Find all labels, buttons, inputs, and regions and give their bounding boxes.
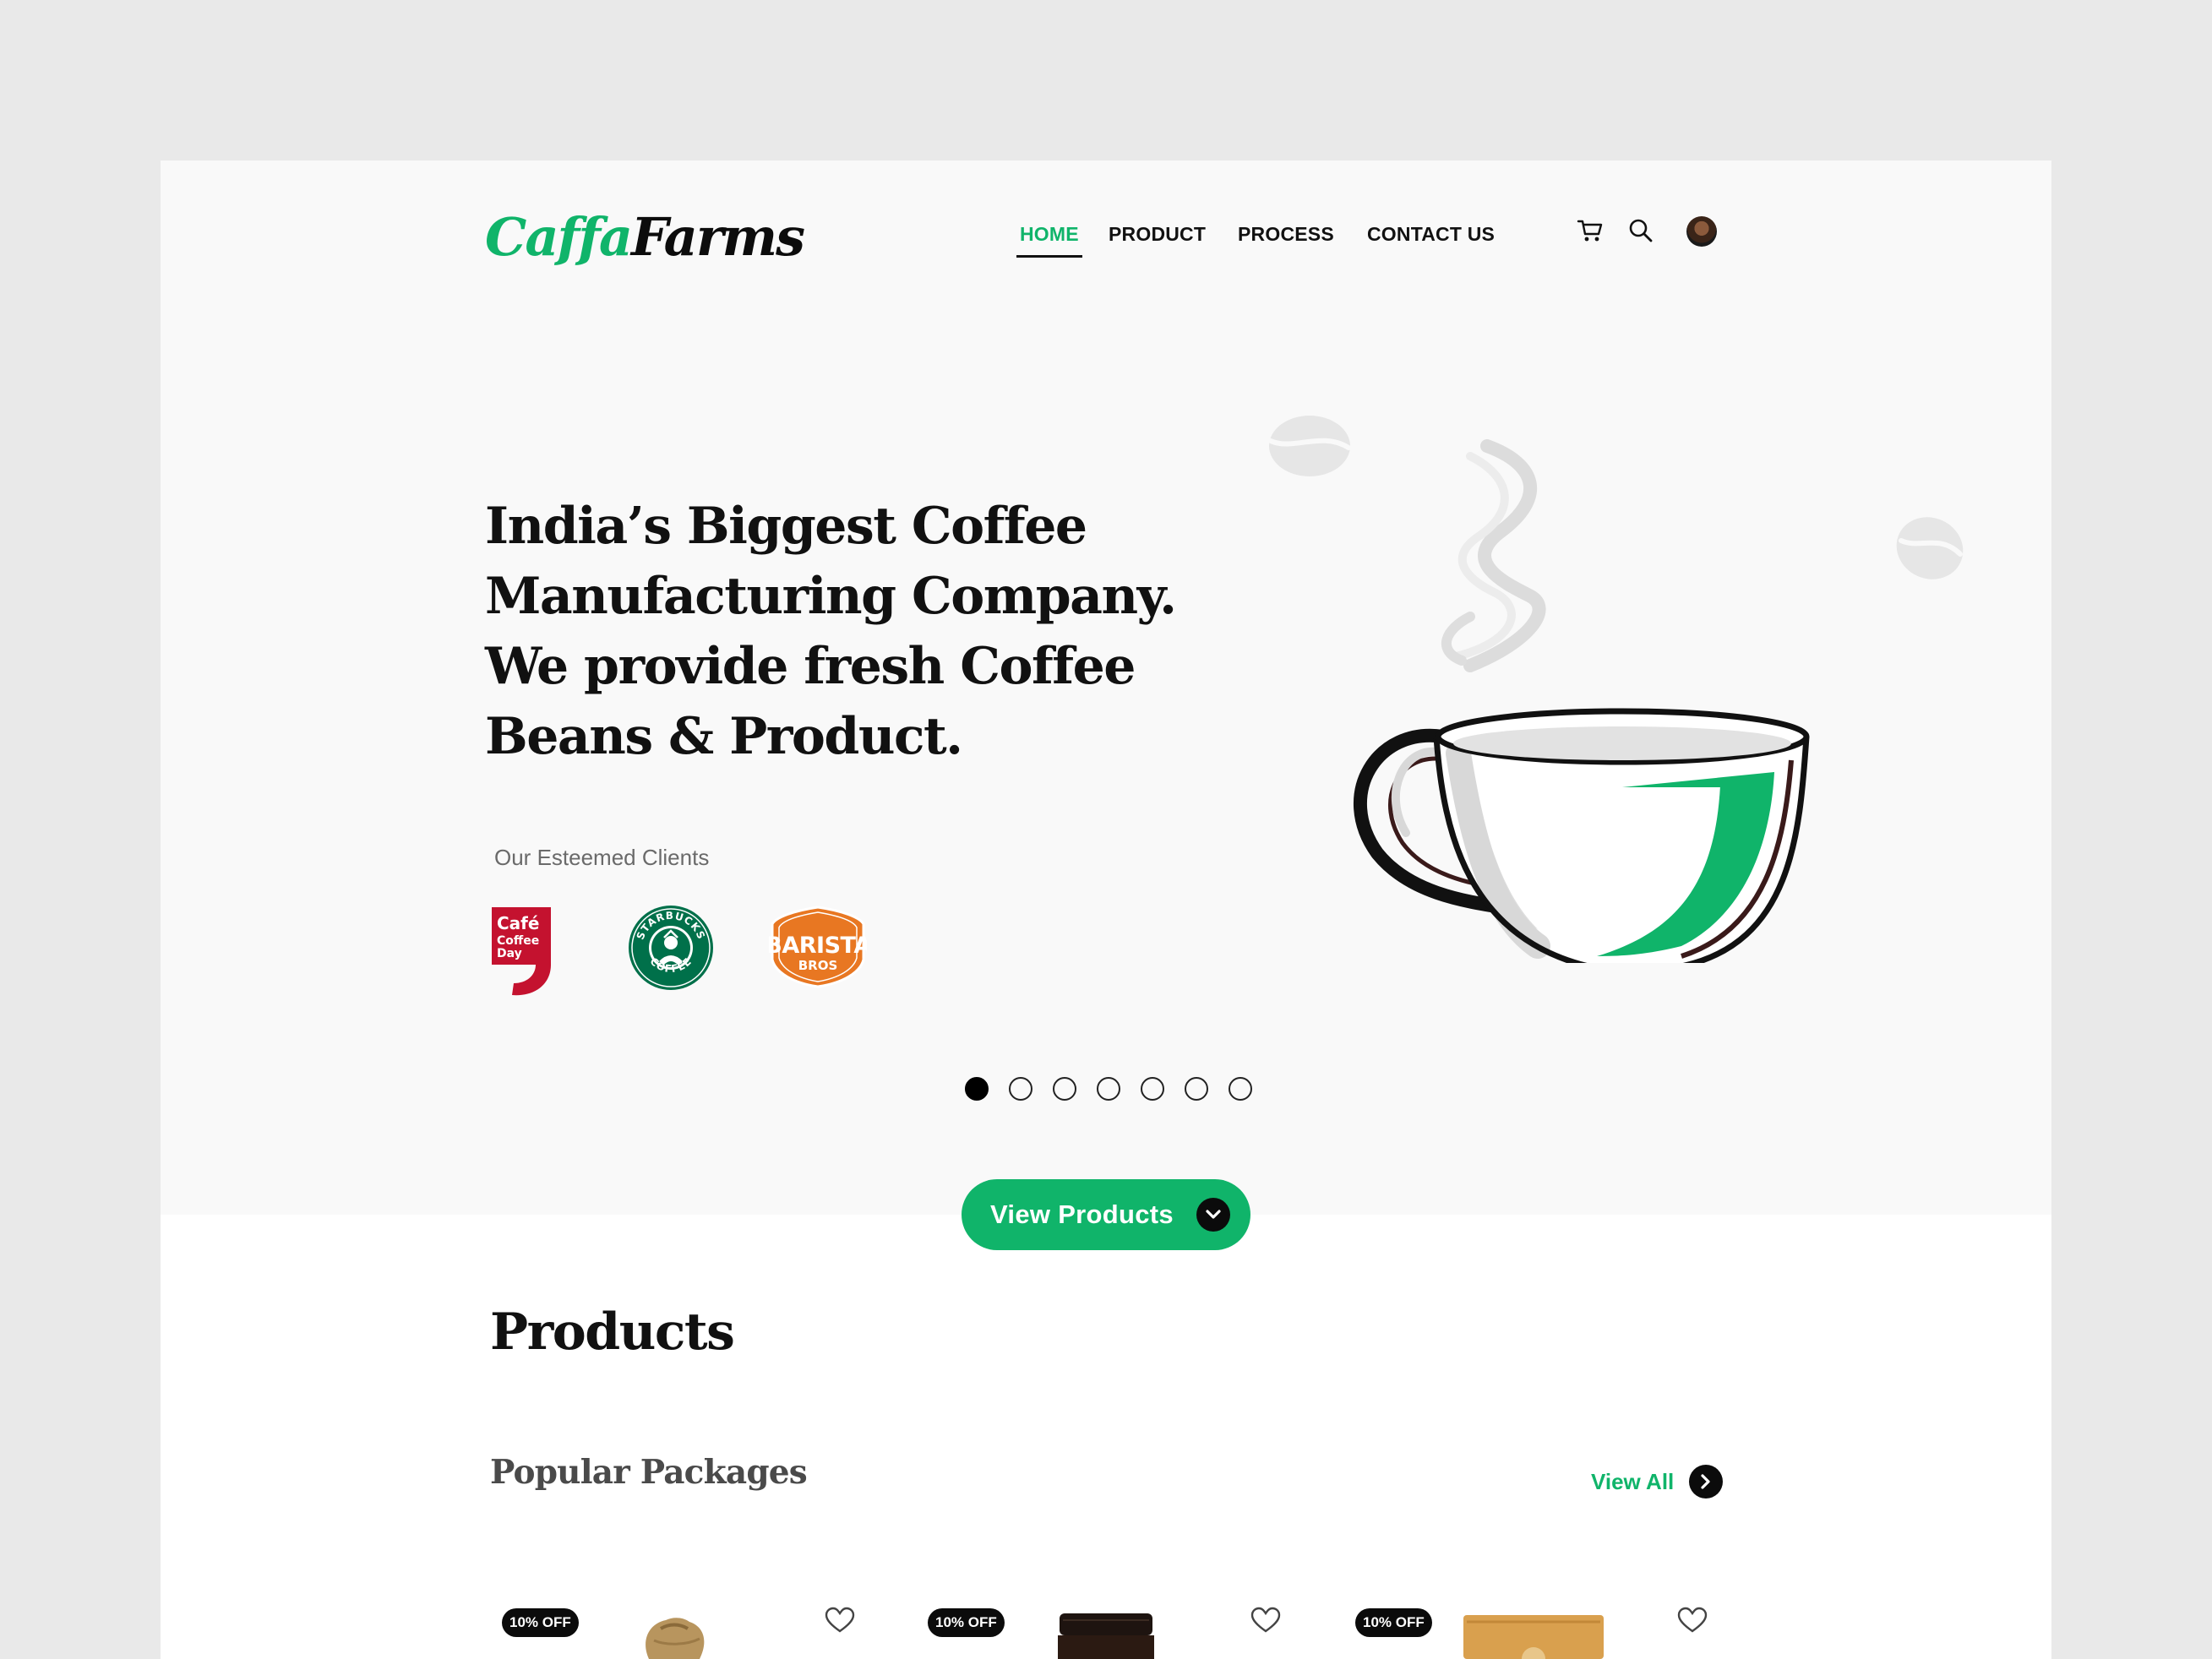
barista-logo-text: BARISTA — [769, 933, 867, 959]
coffee-bean-icon — [1268, 416, 1351, 476]
clients-label: Our Esteemed Clients — [494, 845, 710, 870]
carousel-dots — [965, 1077, 1252, 1101]
carousel-dot-2[interactable] — [1009, 1077, 1032, 1101]
discount-badge: 10% OFF — [502, 1608, 579, 1637]
view-all-label: View All — [1591, 1468, 1675, 1494]
carousel-dot-4[interactable] — [1097, 1077, 1120, 1101]
cafe-coffee-day-logo: Café Coffee Day — [492, 907, 551, 996]
view-all-link[interactable]: View All — [1591, 1465, 1724, 1499]
heart-icon[interactable] — [1250, 1607, 1281, 1634]
page-frame: CaffaFarms HOME PRODUCT PROCESS CONTACT … — [161, 160, 2051, 1659]
barista-logo-subtext: BROS — [798, 958, 838, 973]
coffee-bean-icon — [1896, 517, 1964, 579]
chevron-right-icon — [1689, 1465, 1724, 1499]
view-products-label: View Products — [990, 1199, 1174, 1229]
heart-icon[interactable] — [825, 1607, 855, 1634]
coffee-cup-illustration — [1354, 439, 1810, 963]
coffee-jar-image — [1058, 1613, 1154, 1659]
discount-badge: 10% OFF — [1355, 1608, 1432, 1637]
nav-product[interactable]: PRODUCT — [1109, 223, 1206, 246]
logo-part-farms: Farms — [631, 206, 805, 268]
starbucks-logo: STARBUCKS COFFEE — [629, 906, 713, 990]
barista-logo: BARISTA BROS — [769, 906, 867, 988]
nav-home[interactable]: HOME — [1016, 223, 1082, 258]
logo-part-caffa: Caffa — [485, 206, 633, 268]
heart-icon[interactable] — [1677, 1607, 1708, 1634]
chevron-down-icon — [1196, 1198, 1230, 1232]
nav-contact-us[interactable]: CONTACT US — [1367, 223, 1495, 246]
cart-icon[interactable] — [1577, 218, 1604, 243]
products-title: Products — [490, 1303, 735, 1362]
nav-process[interactable]: PROCESS — [1238, 223, 1334, 246]
brand-logo[interactable]: CaffaFarms — [485, 211, 805, 264]
carousel-dot-5[interactable] — [1141, 1077, 1164, 1101]
carousel-dot-7[interactable] — [1229, 1077, 1252, 1101]
avatar[interactable] — [1686, 216, 1717, 247]
view-products-button[interactable]: View Products — [962, 1179, 1250, 1250]
hero-headline: India’s Biggest Coffee Manufacturing Com… — [485, 497, 1177, 766]
coffee-pouch-image — [1463, 1615, 1604, 1659]
jute-sack-image — [646, 1618, 705, 1659]
ccd-logo-text-1: Café — [497, 913, 539, 933]
popular-packages-title: Popular Packages — [490, 1453, 808, 1492]
carousel-dot-1[interactable] — [965, 1077, 989, 1101]
carousel-dot-3[interactable] — [1053, 1077, 1076, 1101]
ccd-logo-text-3: Day — [497, 947, 522, 960]
ccd-logo-text-2: Coffee — [497, 934, 539, 948]
carousel-dot-6[interactable] — [1185, 1077, 1208, 1101]
search-icon[interactable] — [1628, 218, 1654, 243]
discount-badge: 10% OFF — [928, 1608, 1005, 1637]
